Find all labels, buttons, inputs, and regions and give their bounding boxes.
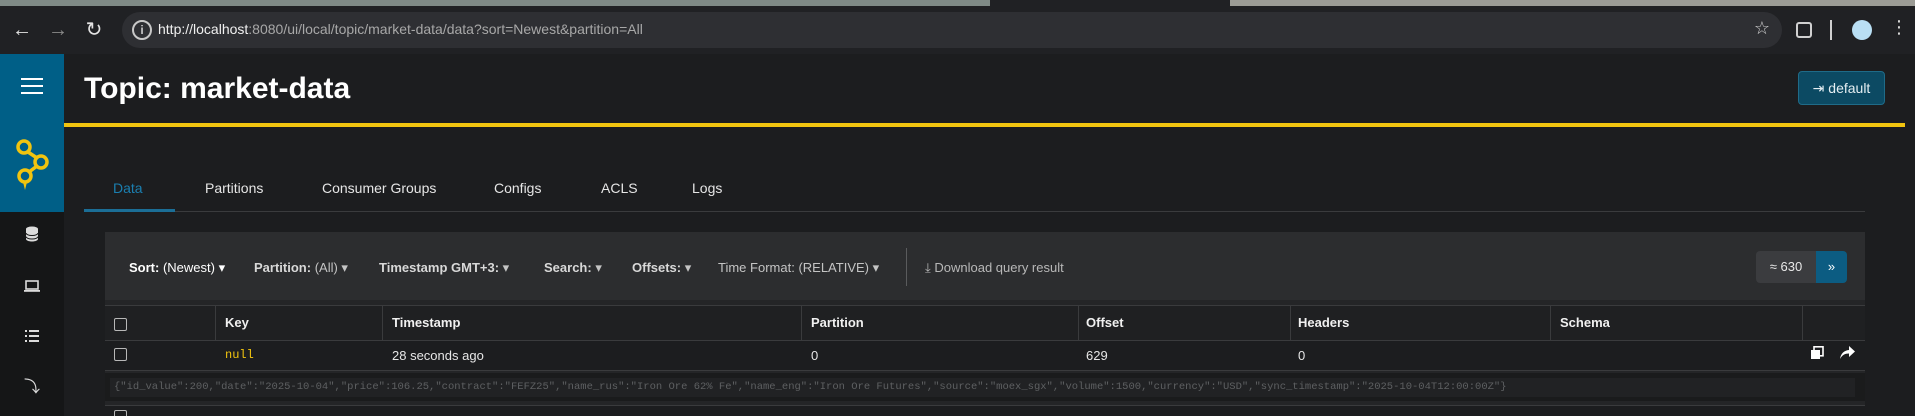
tab-partitions[interactable]: Partitions [205,180,263,196]
cluster-default-button[interactable]: ⇥ default [1798,71,1885,105]
app-sidebar: ⤵ [0,54,64,416]
tab-acls[interactable]: ACLS [601,180,638,196]
share-icon[interactable] [1840,346,1855,363]
row-select-checkbox[interactable] [114,348,127,361]
column-header-headers[interactable]: Headers [1298,315,1349,330]
column-header-schema[interactable]: Schema [1560,315,1610,330]
tab-configs[interactable]: Configs [494,180,541,196]
column-header-key[interactable]: Key [225,315,249,330]
profile-avatar[interactable] [1852,20,1872,40]
address-bar[interactable]: i http://localhost:8080/ui/local/topic/m… [122,12,1782,48]
select-all-checkbox[interactable] [114,318,127,331]
url-text[interactable]: http://localhost:8080/ui/local/topic/mar… [158,21,643,37]
table-row[interactable] [105,405,1865,416]
tab-consumer-groups[interactable]: Consumer Groups [322,180,436,196]
tab-data[interactable]: Data [113,180,143,196]
row-timestamp: 28 seconds ago [392,348,484,363]
forward-arrow-icon[interactable]: → [44,16,72,44]
browser-menu-icon[interactable]: ⋮ [1890,17,1908,38]
column-header-timestamp[interactable]: Timestamp [392,315,460,330]
bookmark-star-icon[interactable]: ☆ [1754,18,1770,39]
offsets-dropdown[interactable]: Offsets: ▾ [632,260,691,276]
message-value-text[interactable]: {"id_value":200,"date":"2025-10-04","pri… [114,381,1507,393]
row-partition: 0 [811,348,819,363]
copy-icon[interactable] [1810,346,1824,364]
app-logo[interactable] [0,118,64,212]
column-header-partition[interactable]: Partition [811,315,864,330]
time-format-dropdown[interactable]: Time Format: (RELATIVE) ▾ [718,260,879,276]
filter-divider [906,248,907,286]
download-icon: ⤓ [925,260,931,275]
tabs-border [84,211,1865,212]
reload-icon[interactable]: ↻ [80,16,108,44]
back-arrow-icon[interactable]: ← [8,16,36,44]
download-query-button[interactable]: ⤓ Download query result [925,260,1064,276]
laptop-icon[interactable] [20,276,44,300]
extensions-icon[interactable] [1796,22,1812,38]
site-info-icon[interactable]: i [132,20,152,40]
search-dropdown[interactable]: Search: ▾ [544,260,602,276]
cluster-button-label: default [1828,80,1871,96]
sign-in-icon: ⇥ [1812,80,1825,96]
database-icon[interactable] [20,226,44,250]
column-header-offset[interactable]: Offset [1086,315,1124,330]
row-key: null [225,348,254,362]
row-headers: 0 [1298,348,1306,363]
row-select-checkbox[interactable] [114,410,127,416]
hamburger-menu-icon[interactable] [0,54,64,118]
active-tab-indicator [84,209,175,212]
next-page-button[interactable]: » [1816,251,1847,283]
sort-dropdown[interactable]: Sort: (Newest) ▾ [129,260,225,276]
message-count-badge: ≈ 630 [1756,251,1816,283]
header-divider [64,123,1905,127]
timestamp-dropdown[interactable]: Timestamp GMT+3: ▾ [379,260,509,276]
list-icon[interactable] [20,326,44,350]
kafka-logo-icon [16,139,49,190]
tab-logs[interactable]: Logs [692,180,722,196]
partition-dropdown[interactable]: Partition: (All) ▾ [254,260,348,276]
arrow-down-icon[interactable]: ⤵ [20,376,44,400]
toolbar-divider [1830,20,1832,40]
page-title: Topic: market-data [84,72,351,105]
row-offset: 629 [1086,348,1108,363]
table-row[interactable] [105,341,1865,371]
browser-toolbar: ← → ↻ i http://localhost:8080/ui/local/t… [0,6,1915,54]
